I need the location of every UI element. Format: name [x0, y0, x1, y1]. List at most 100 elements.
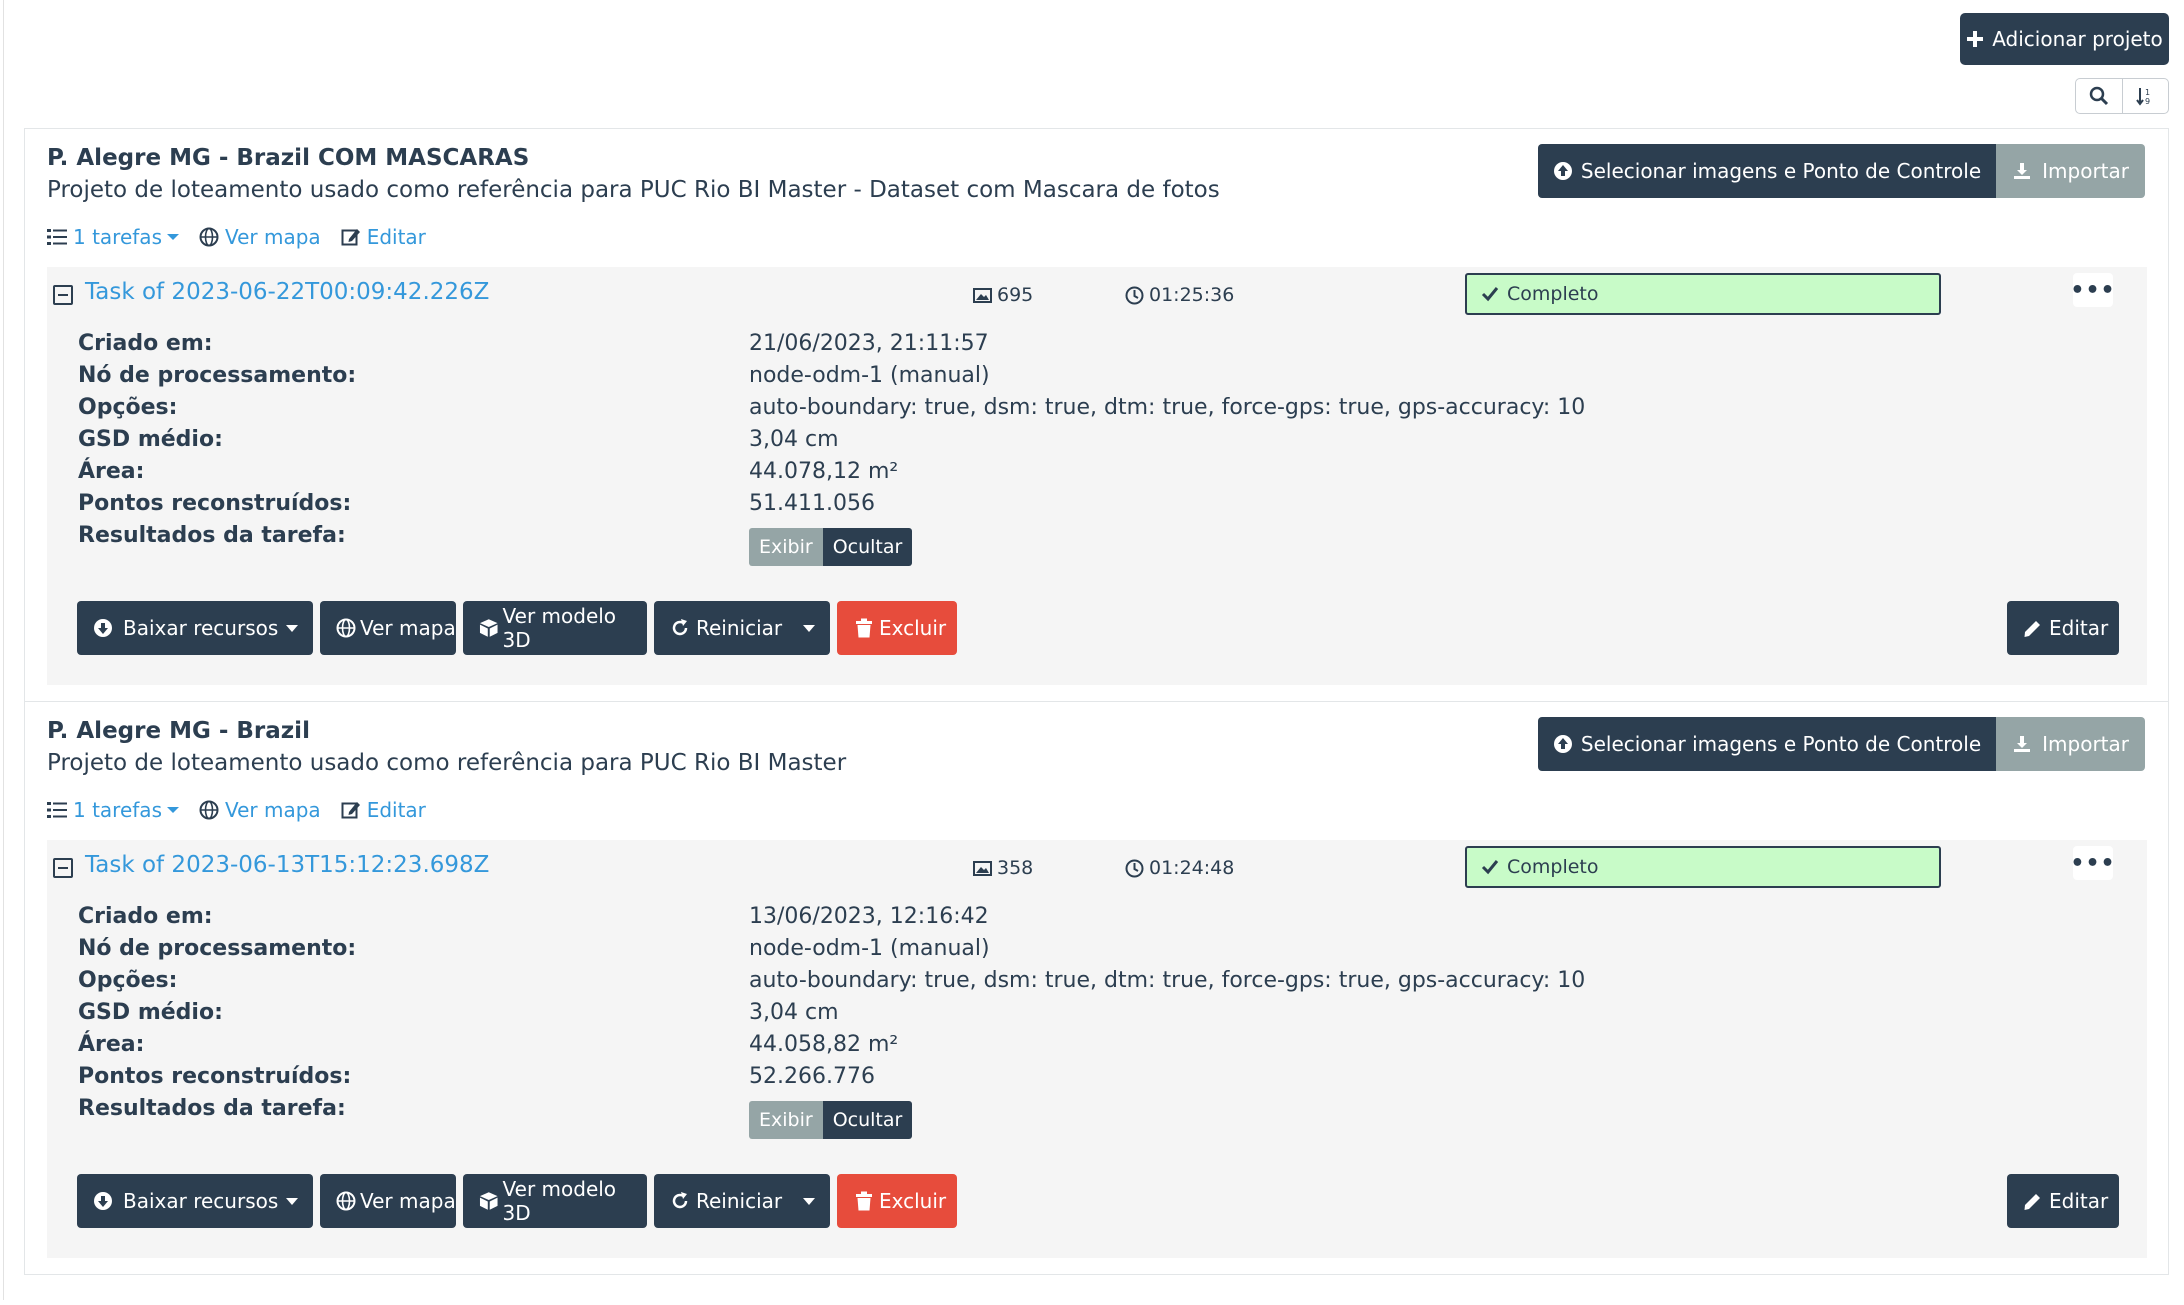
view-map-button[interactable]: Ver mapa	[320, 1174, 456, 1228]
edit-project-link[interactable]: Editar	[341, 798, 426, 822]
delete-button[interactable]: Excluir	[837, 1174, 957, 1228]
select-images-button[interactable]: Selecionar imagens e Ponto de Controle	[1537, 717, 1997, 771]
task-image-count: 358	[973, 857, 1033, 879]
clock-icon	[1125, 859, 1144, 877]
download-assets-button[interactable]: Baixar recursos	[77, 601, 313, 655]
pencil-icon	[2024, 621, 2040, 637]
view-map-link[interactable]: Ver mapa	[199, 798, 321, 822]
task-panel: Task of 2023-06-22T00:09:42.226Z 695 01:…	[47, 267, 2147, 685]
node-label: Nó de processamento:	[78, 363, 357, 388]
task-more-button[interactable]: •••	[2070, 846, 2115, 880]
restart-dropdown-toggle[interactable]	[788, 601, 830, 655]
task-status-badge: Completo	[1465, 846, 1941, 888]
download-assets-button[interactable]: Baixar recursos	[77, 1174, 313, 1228]
options-label: Opções:	[78, 395, 178, 420]
results-show-button[interactable]: Exibir	[749, 1101, 823, 1139]
view-map-link[interactable]: Ver mapa	[199, 225, 321, 249]
area-label: Área:	[78, 459, 145, 484]
globe-icon	[199, 227, 219, 247]
refresh-icon	[672, 619, 688, 636]
caret-down-icon	[286, 624, 298, 632]
task-status-badge: Completo	[1465, 273, 1941, 315]
import-icon	[2014, 736, 2031, 752]
node-value: node-odm-1 (manual)	[749, 936, 990, 961]
results-hide-button[interactable]: Ocultar	[822, 528, 913, 566]
tasks-list-icon	[47, 802, 67, 818]
plus-icon	[1967, 31, 1984, 47]
search-button[interactable]	[2076, 79, 2122, 113]
created-label: Criado em:	[78, 904, 213, 929]
import-button[interactable]: Importar	[1996, 144, 2145, 198]
sort-icon: 19	[2136, 88, 2150, 106]
project-links: 1 tarefas Ver mapa Editar	[47, 225, 446, 249]
task-duration: 01:25:36	[1125, 284, 1234, 306]
options-label: Opções:	[78, 968, 178, 993]
caret-down-icon	[803, 1197, 815, 1205]
task-name-link[interactable]: Task of 2023-06-13T15:12:23.698Z	[85, 852, 489, 878]
tasks-toggle-link[interactable]: 1 tarefas	[47, 798, 179, 822]
project-card: P. Alegre MG - Brazil Projeto de loteame…	[24, 701, 2169, 1275]
upload-icon	[1553, 162, 1572, 180]
globe-icon	[336, 1191, 356, 1211]
task-duration: 01:24:48	[1125, 857, 1234, 879]
view-map-button[interactable]: Ver mapa	[320, 601, 456, 655]
download-dropdown-toggle[interactable]	[271, 601, 313, 655]
area-value: 44.078,12 m²	[749, 459, 899, 484]
select-images-button[interactable]: Selecionar imagens e Ponto de Controle	[1537, 144, 1997, 198]
points-value: 52.266.776	[749, 1064, 875, 1089]
results-hide-button[interactable]: Ocultar	[822, 1101, 913, 1139]
collapse-task-icon[interactable]	[53, 285, 73, 305]
restart-dropdown-toggle[interactable]	[788, 1174, 830, 1228]
view-3d-model-button[interactable]: Ver modelo 3D	[463, 1174, 647, 1228]
globe-icon	[199, 800, 219, 820]
edit-task-button[interactable]: Editar	[2007, 1174, 2119, 1228]
restart-button[interactable]: Reiniciar	[654, 601, 830, 655]
sort-button[interactable]: 19	[2121, 79, 2169, 113]
restart-button[interactable]: Reiniciar	[654, 1174, 830, 1228]
chevron-down-icon	[166, 234, 179, 240]
cube-icon	[479, 619, 498, 637]
tasks-list-icon	[47, 229, 67, 245]
collapse-task-icon[interactable]	[53, 858, 73, 878]
points-value: 51.411.056	[749, 491, 875, 516]
task-more-button[interactable]: •••	[2070, 273, 2115, 307]
add-project-button[interactable]: Adicionar projeto	[1960, 13, 2169, 65]
results-toggle: Exibir Ocultar	[749, 528, 913, 566]
project-description: Projeto de loteamento usado como referên…	[47, 177, 1220, 203]
clock-icon	[1125, 286, 1144, 304]
edit-project-link[interactable]: Editar	[341, 225, 426, 249]
edit-task-button[interactable]: Editar	[2007, 601, 2119, 655]
search-icon	[2089, 86, 2108, 106]
check-icon	[1481, 287, 1499, 302]
results-show-button[interactable]: Exibir	[749, 528, 823, 566]
download-dropdown-toggle[interactable]	[271, 1174, 313, 1228]
edit-icon	[341, 802, 360, 819]
gsd-label: GSD médio:	[78, 427, 223, 452]
tasks-toggle-link[interactable]: 1 tarefas	[47, 225, 179, 249]
gsd-label: GSD médio:	[78, 1000, 223, 1025]
task-panel: Task of 2023-06-13T15:12:23.698Z 358 01:…	[47, 840, 2147, 1258]
image-icon	[973, 860, 992, 876]
import-icon	[2014, 163, 2031, 179]
download-icon	[94, 619, 112, 637]
refresh-icon	[672, 1192, 688, 1209]
project-title: P. Alegre MG - Brazil	[47, 718, 310, 744]
import-button[interactable]: Importar	[1996, 717, 2145, 771]
trash-icon	[856, 618, 872, 638]
points-label: Pontos reconstruídos:	[78, 491, 352, 516]
project-description: Projeto de loteamento usado como referên…	[47, 750, 847, 776]
image-icon	[973, 287, 992, 303]
caret-down-icon	[286, 1197, 298, 1205]
task-name-link[interactable]: Task of 2023-06-22T00:09:42.226Z	[85, 279, 489, 305]
area-value: 44.058,82 m²	[749, 1032, 899, 1057]
cube-icon	[479, 1192, 498, 1210]
chevron-down-icon	[166, 807, 179, 813]
check-icon	[1481, 860, 1499, 875]
globe-icon	[336, 618, 356, 638]
results-label: Resultados da tarefa:	[78, 1096, 346, 1121]
project-card: P. Alegre MG - Brazil COM MASCARAS Proje…	[24, 128, 2169, 702]
created-label: Criado em:	[78, 331, 213, 356]
pencil-icon	[2024, 1194, 2040, 1210]
view-3d-model-button[interactable]: Ver modelo 3D	[463, 601, 647, 655]
delete-button[interactable]: Excluir	[837, 601, 957, 655]
